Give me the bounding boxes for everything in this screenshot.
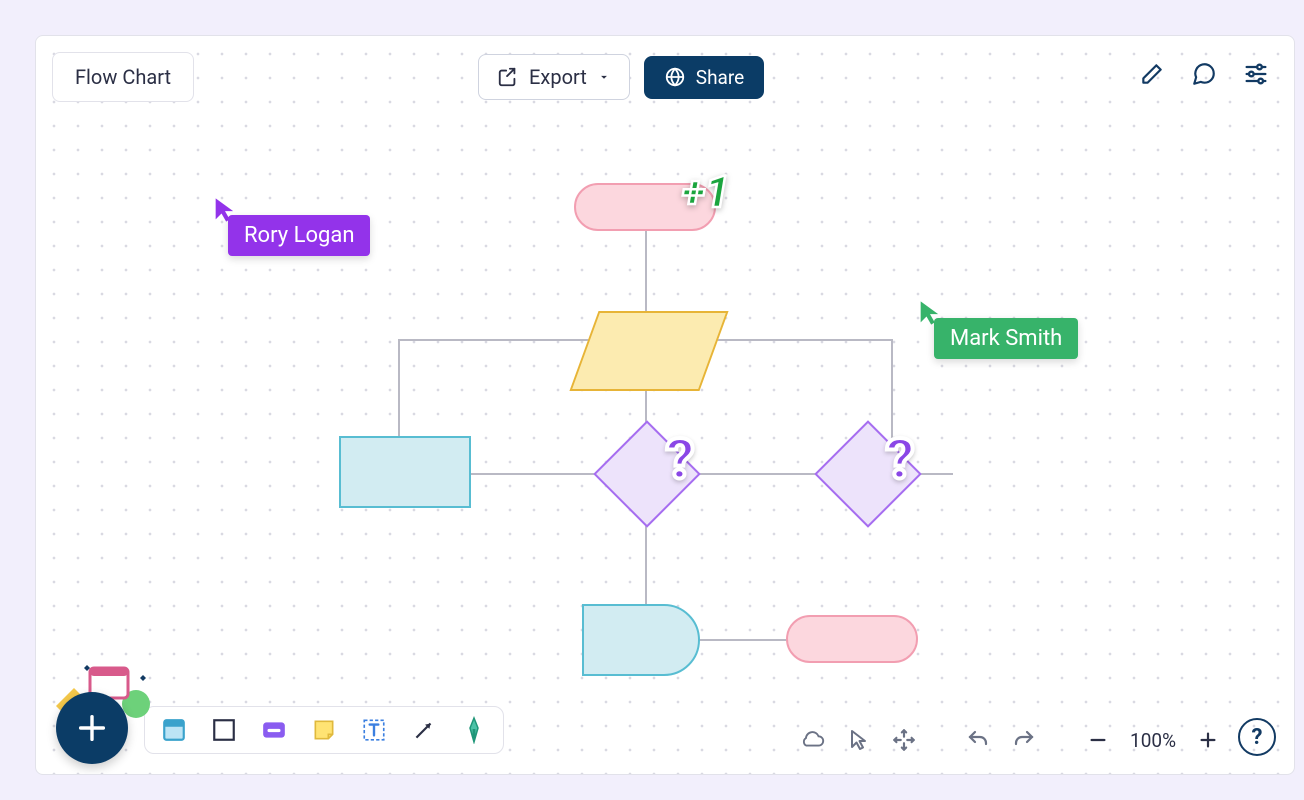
pan-tool-icon[interactable] — [890, 726, 918, 754]
tool-rectangle-icon[interactable] — [209, 715, 239, 745]
export-label: Export — [529, 65, 587, 89]
shape-tray — [144, 706, 504, 754]
help-button[interactable]: ? — [1238, 718, 1276, 756]
collaborator-label-purple: Rory Logan — [228, 215, 370, 256]
help-icon: ? — [1252, 725, 1263, 750]
share-button[interactable]: Share — [644, 56, 764, 99]
edit-button[interactable] — [1136, 58, 1168, 90]
pointer-tool-icon[interactable] — [844, 726, 872, 754]
top-bar: Flow Chart Export Share — [52, 52, 764, 102]
zoom-in-button[interactable] — [1194, 726, 1222, 754]
tool-card-icon[interactable] — [259, 715, 289, 745]
document-title-text: Flow Chart — [75, 65, 171, 89]
app-frame: Flow Chart Export Share — [35, 35, 1295, 775]
tool-text-icon[interactable] — [359, 715, 389, 745]
document-title[interactable]: Flow Chart — [52, 52, 194, 102]
plus-icon — [75, 711, 109, 745]
reaction-plus-one-text: +1 — [682, 166, 730, 218]
flow-shape-delay[interactable] — [582, 604, 700, 676]
chevron-down-icon — [597, 70, 611, 84]
tool-arrow-icon[interactable] — [409, 715, 439, 745]
cloud-sync-icon[interactable] — [798, 726, 826, 754]
export-button[interactable]: Export — [478, 54, 630, 100]
settings-button[interactable] — [1240, 58, 1272, 90]
flow-shape-terminator-end[interactable] — [786, 615, 918, 663]
reaction-question-right: ? — [886, 426, 915, 492]
collaborator-label-green: Mark Smith — [934, 318, 1078, 359]
globe-icon — [664, 66, 686, 88]
comments-button[interactable] — [1188, 58, 1220, 90]
tool-sticky-icon[interactable] — [309, 715, 339, 745]
export-icon — [497, 66, 519, 88]
reaction-question-right-text: ? — [886, 426, 915, 492]
tool-frame-icon[interactable] — [159, 715, 189, 745]
reaction-plus-one: +1 — [682, 166, 730, 218]
zoom-level[interactable]: 100% — [1130, 729, 1176, 752]
zoom-out-button[interactable] — [1084, 726, 1112, 754]
collaborator-name-purple: Rory Logan — [244, 223, 354, 248]
top-right-controls — [1136, 58, 1272, 90]
reaction-question-left-text: ? — [666, 426, 695, 492]
add-shape-button[interactable] — [56, 692, 128, 764]
tool-pen-icon[interactable] — [459, 715, 489, 745]
view-tray: 100% — [798, 726, 1222, 754]
share-label: Share — [696, 66, 744, 89]
flow-shape-process[interactable] — [339, 436, 471, 508]
undo-button[interactable] — [964, 726, 992, 754]
collaborator-name-green: Mark Smith — [950, 326, 1062, 351]
redo-button[interactable] — [1010, 726, 1038, 754]
reaction-question-left: ? — [666, 426, 695, 492]
